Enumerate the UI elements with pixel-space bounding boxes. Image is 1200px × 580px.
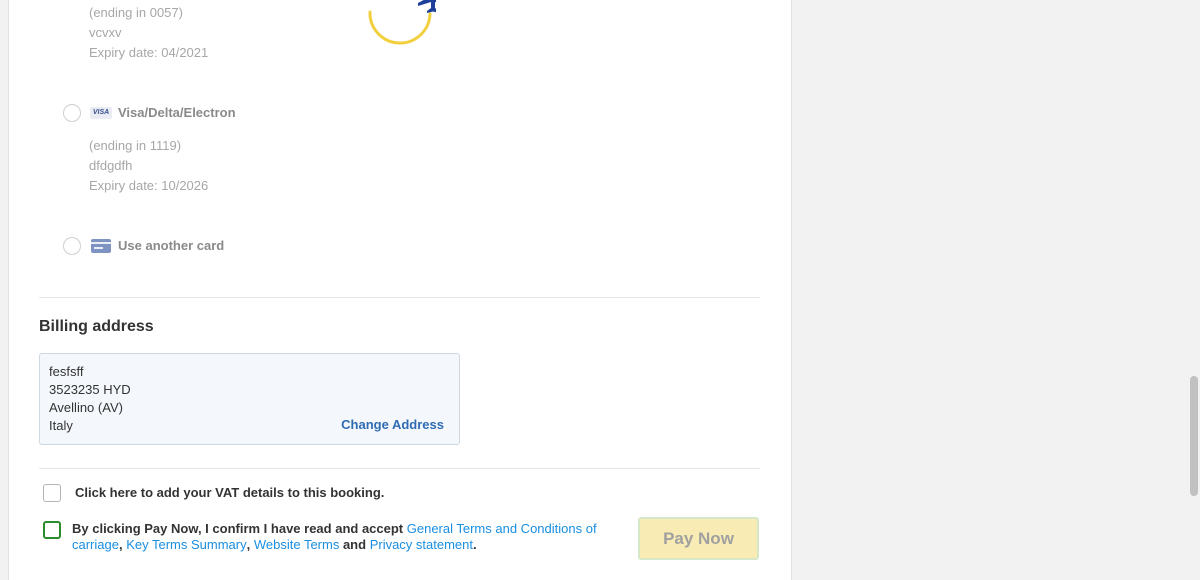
card-ending: (ending in 1119) — [89, 138, 182, 153]
card-ending: (ending in 0057) — [89, 5, 183, 20]
another-card-radio[interactable] — [63, 237, 81, 255]
card-holder-name: dfdgdfh — [89, 158, 133, 173]
card-expiry: Expiry date: 10/2026 — [89, 178, 209, 193]
airplane-icon — [418, 0, 436, 13]
card-radio-visa[interactable] — [63, 104, 81, 122]
terms-text: By clicking Pay Now, I confirm I have re… — [72, 521, 627, 553]
change-address-link[interactable]: Change Address — [341, 417, 444, 432]
address-line: fesfsff — [49, 364, 84, 379]
card-expiry: Expiry date: 04/2021 — [89, 45, 209, 60]
billing-address-box: fesfsff 3523235 HYD Avellino (AV) Italy … — [39, 353, 460, 445]
terms-and: and — [339, 537, 370, 552]
vat-label[interactable]: Click here to add your VAT details to th… — [75, 485, 384, 500]
credit-card-icon — [91, 239, 111, 253]
key-terms-link[interactable]: Key Terms Summary — [126, 537, 246, 552]
vat-checkbox[interactable] — [43, 484, 61, 502]
billing-address-title: Billing address — [39, 318, 154, 335]
address-line: Avellino (AV) — [49, 400, 123, 415]
visa-icon: VISA — [90, 107, 112, 119]
terms-checkbox[interactable] — [43, 521, 61, 539]
address-line: 3523235 HYD — [49, 382, 131, 397]
terms-prefix: By clicking Pay Now, I confirm I have re… — [72, 521, 407, 536]
website-terms-link[interactable]: Website Terms — [254, 537, 340, 552]
scrollbar-thumb[interactable] — [1190, 376, 1198, 496]
another-card-label[interactable]: Use another card — [118, 238, 224, 253]
terms-end: . — [473, 537, 477, 552]
divider — [39, 297, 760, 298]
privacy-statement-link[interactable]: Privacy statement — [370, 537, 473, 552]
pay-now-button[interactable]: Pay Now — [638, 517, 759, 560]
divider — [39, 468, 760, 469]
card-holder-name: vcvxv — [89, 25, 122, 40]
card-brand-label[interactable]: Visa/Delta/Electron — [118, 105, 236, 120]
terms-separator: , — [246, 537, 254, 552]
loading-spinner — [368, 0, 436, 45]
address-line: Italy — [49, 418, 73, 433]
